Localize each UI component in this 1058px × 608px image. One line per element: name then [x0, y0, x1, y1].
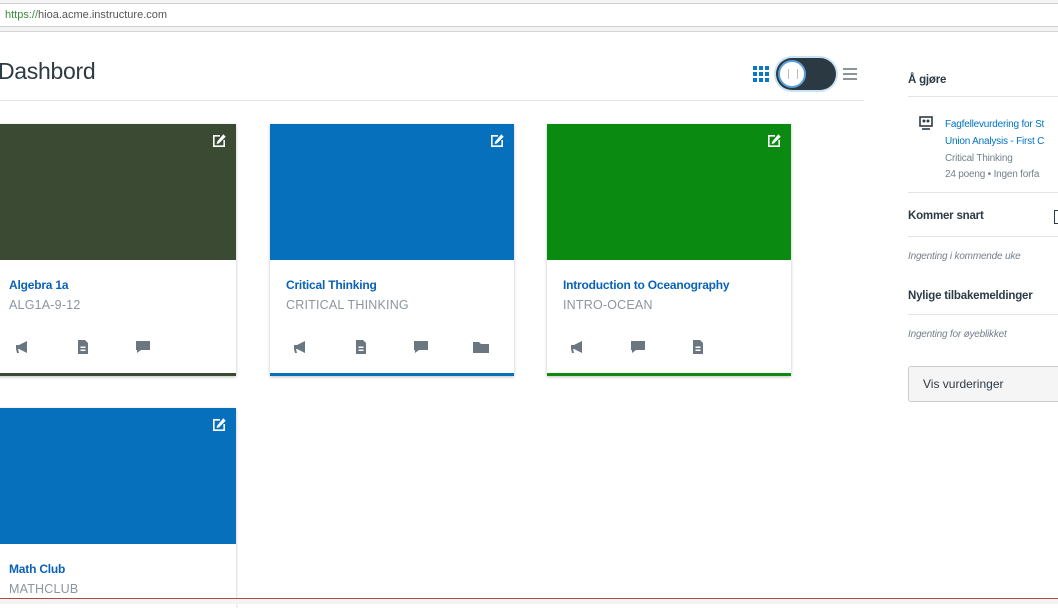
course-name[interactable]: Algebra 1a: [9, 278, 69, 292]
upcoming-empty-text: Ingenting i kommende uke: [908, 251, 1021, 262]
upcoming-heading: Kommer snart: [908, 210, 984, 222]
url-scheme: https://: [5, 9, 39, 21]
assignment-icon[interactable]: [352, 338, 370, 356]
browser-address-bar: https://hioa.acme.instructure.com: [0, 0, 1058, 32]
view-toggle-switch[interactable]: [776, 58, 836, 90]
header-divider: [0, 100, 864, 101]
sidebar-divider: [908, 96, 1058, 97]
sidebar-divider: [908, 236, 1058, 237]
folder-icon[interactable]: [472, 338, 490, 356]
edit-icon[interactable]: [489, 133, 505, 149]
course-card-hero[interactable]: [0, 408, 236, 544]
todo-heading: Å gjøre: [908, 74, 947, 86]
course-card[interactable]: Critical Thinking CRITICAL THINKING: [270, 124, 514, 376]
peer-review-icon: [919, 116, 933, 130]
right-sidebar: Å gjøre Fagfellevurdering for St Union A…: [890, 32, 1058, 602]
calendar-icon[interactable]: [1054, 210, 1058, 224]
course-card-hero[interactable]: [547, 124, 791, 260]
assignment-icon[interactable]: [689, 338, 707, 356]
course-name[interactable]: Critical Thinking: [286, 278, 377, 292]
window-bottom-edge: [0, 598, 1058, 604]
todo-item-link-cont[interactable]: Union Analysis - First C: [945, 136, 1044, 147]
course-code: MATHCLUB: [9, 582, 79, 596]
course-card[interactable]: Introduction to Oceanography INTRO-OCEAN: [547, 124, 791, 376]
course-card[interactable]: Math Club MATHCLUB: [0, 408, 236, 608]
todo-item-meta: 24 poeng • Ingen forfa: [945, 169, 1040, 180]
card-action-icons: [547, 338, 791, 358]
edit-icon[interactable]: [211, 417, 227, 433]
feedback-empty-text: Ingenting for øyeblikket: [908, 329, 1007, 340]
view-controls: [752, 58, 862, 90]
card-color-bar: [0, 373, 236, 376]
card-color-bar: [547, 373, 791, 376]
card-color-bar: [270, 373, 514, 376]
view-grades-button[interactable]: Vis vurderinger: [908, 366, 1058, 402]
announcement-icon[interactable]: [14, 338, 32, 356]
toggle-knob: [778, 60, 806, 88]
course-card-hero[interactable]: [0, 124, 236, 260]
todo-item-course: Critical Thinking: [945, 153, 1013, 164]
course-code: ALG1A-9-12: [9, 298, 81, 312]
card-action-icons: [0, 338, 236, 358]
page-title: Dashbord: [0, 58, 96, 84]
card-action-icons: [270, 338, 514, 358]
announcement-icon[interactable]: [569, 338, 587, 356]
edit-icon[interactable]: [211, 133, 227, 149]
assignment-icon[interactable]: [74, 338, 92, 356]
edit-icon[interactable]: [766, 133, 782, 149]
discussion-icon[interactable]: [134, 338, 152, 356]
url-field[interactable]: https://hioa.acme.instructure.com: [0, 3, 1058, 27]
todo-item-link[interactable]: Fagfellevurdering for St: [945, 119, 1044, 130]
url-host: hioa.acme.instructure.com: [38, 9, 168, 21]
discussion-icon[interactable]: [412, 338, 430, 356]
course-name[interactable]: Introduction to Oceanography: [563, 278, 730, 292]
course-card-hero[interactable]: [270, 124, 514, 260]
grid-icon[interactable]: [753, 66, 769, 82]
course-code: CRITICAL THINKING: [286, 298, 409, 312]
dashboard-main: Dashbord Algebra 1a ALG1A-9-12 Critical …: [0, 32, 880, 608]
feedback-heading: Nylige tilbakemeldinger: [908, 290, 1033, 302]
sidebar-divider: [908, 192, 1058, 193]
announcement-icon[interactable]: [292, 338, 310, 356]
course-card[interactable]: Algebra 1a ALG1A-9-12: [0, 124, 236, 376]
discussion-icon[interactable]: [629, 338, 647, 356]
course-name[interactable]: Math Club: [9, 562, 65, 576]
course-code: INTRO-OCEAN: [563, 298, 653, 312]
sidebar-divider: [908, 314, 1058, 315]
list-icon[interactable]: [843, 67, 857, 81]
